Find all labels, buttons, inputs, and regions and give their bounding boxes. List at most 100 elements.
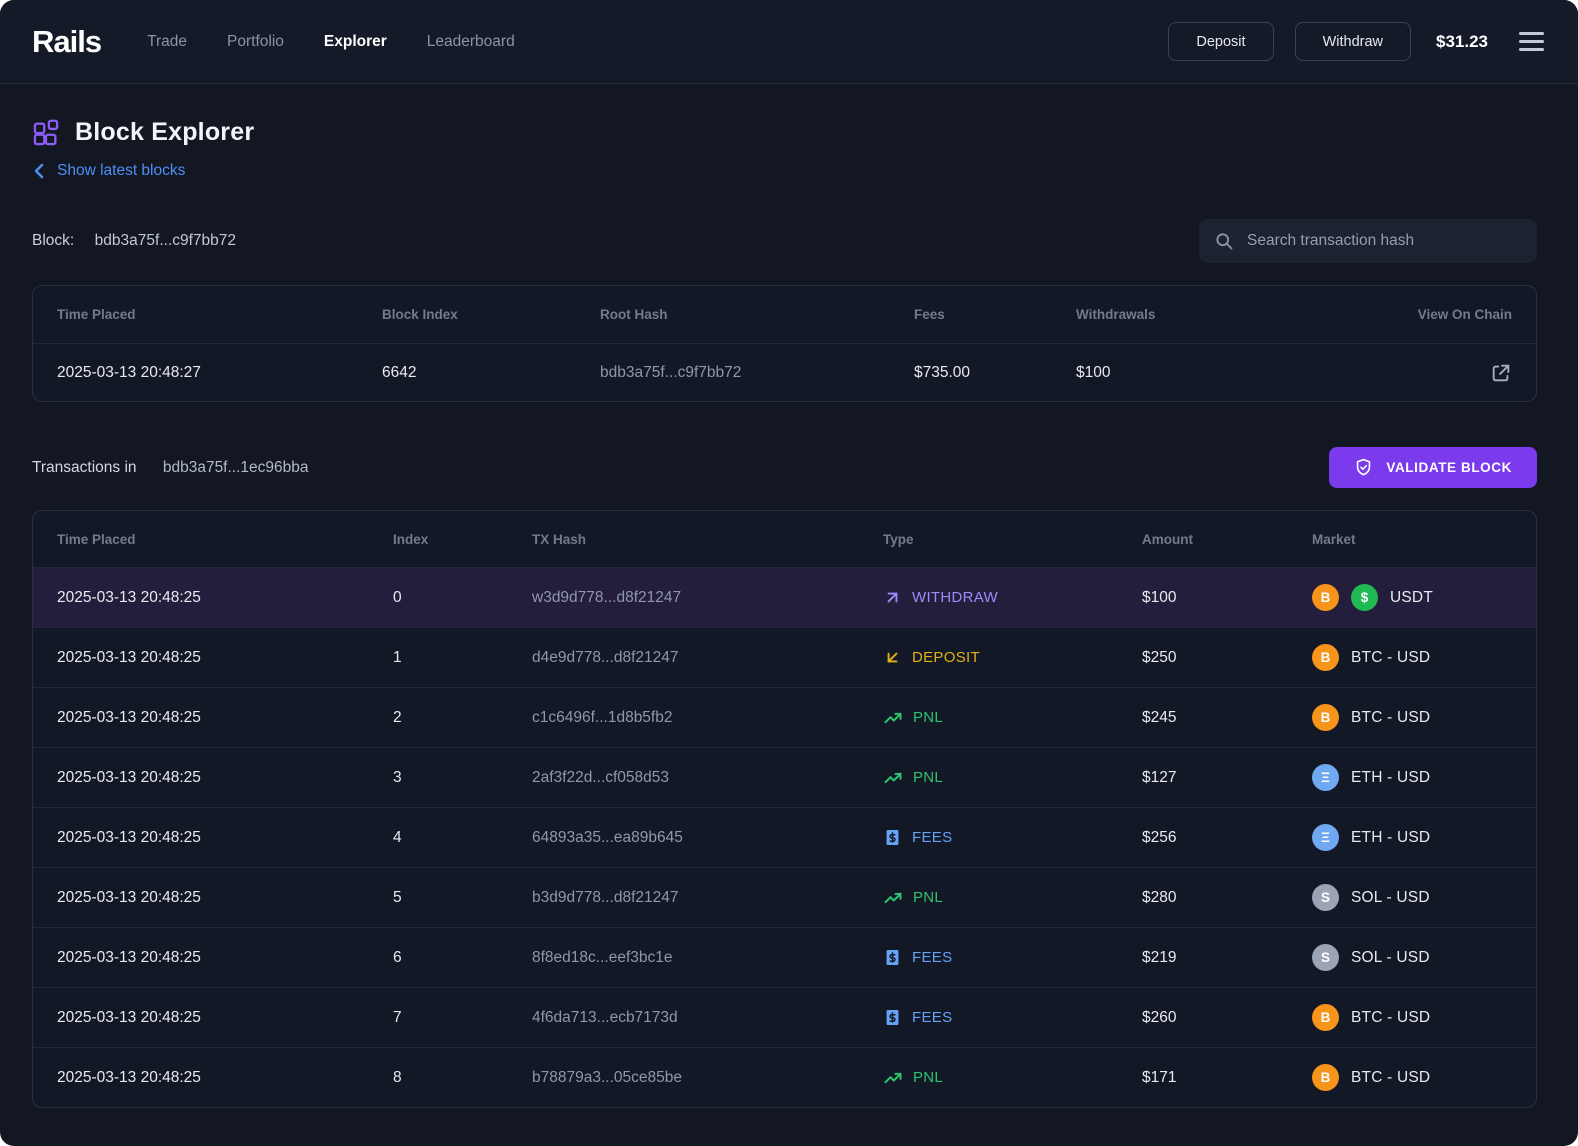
col-block-index: Block Index — [382, 307, 458, 322]
trending-up-icon — [883, 768, 903, 788]
col-time-placed: Time Placed — [57, 307, 136, 322]
tx-time: 2025-03-13 20:48:25 — [57, 1008, 201, 1026]
transactions-label: Transactions in — [32, 458, 137, 476]
eth-coin-icon: Ξ — [1312, 824, 1339, 851]
page-title: Block Explorer — [75, 118, 255, 146]
btc-coin-icon: B — [1312, 584, 1339, 611]
col-market: Market — [1312, 531, 1356, 547]
tx-time: 2025-03-13 20:48:25 — [57, 708, 201, 726]
btc-coin-icon: B — [1312, 1064, 1339, 1091]
block-fees: $735.00 — [914, 363, 971, 381]
market-label: BTC - USD — [1351, 708, 1431, 726]
tx-index: 8 — [393, 1068, 402, 1086]
tx-type[interactable]: WITHDRAW — [883, 588, 1142, 607]
btc-coin-icon: B — [1312, 704, 1339, 731]
tx-table-row[interactable]: 2025-03-13 20:48:25 1 d4e9d778...d8f21247 D… — [33, 627, 1536, 687]
col-root-hash: Root Hash — [600, 307, 668, 322]
nav-item-leaderboard[interactable]: Leaderboard — [427, 33, 515, 51]
nav-item-portfolio[interactable]: Portfolio — [227, 33, 284, 51]
receipt-dollar-icon — [883, 828, 902, 847]
market-label: SOL - USD — [1351, 888, 1430, 906]
tx-market: S SOL - USD — [1312, 944, 1512, 971]
deposit-button[interactable]: Deposit — [1168, 22, 1274, 61]
nav-item-trade[interactable]: Trade — [147, 33, 187, 51]
validate-block-button[interactable]: VALIDATE BLOCK — [1329, 447, 1537, 488]
block-root-hash: bdb3a75f...c9f7bb72 — [600, 363, 742, 381]
btc-coin-icon: B — [1312, 1004, 1339, 1031]
tx-type[interactable]: PNL — [883, 708, 1142, 728]
tx-time: 2025-03-13 20:48:25 — [57, 888, 201, 906]
back-link-label: Show latest blocks — [57, 162, 186, 179]
show-latest-blocks-link[interactable]: Show latest blocks — [32, 162, 185, 180]
tx-amount: $260 — [1142, 1008, 1177, 1026]
tx-type[interactable]: PNL — [883, 768, 1142, 788]
block-withdrawals: $100 — [1076, 363, 1111, 381]
hamburger-menu-icon[interactable] — [1517, 28, 1546, 55]
tx-table-header: Time Placed Index TX Hash Type Amount Ma… — [33, 511, 1536, 567]
app-window: Rails Trade Portfolio Explorer Leaderboa… — [0, 0, 1578, 1146]
main-content: Block Explorer Show latest blocks Block:… — [0, 118, 1578, 1108]
block-table-header: Time Placed Block Index Root Hash Fees W… — [33, 286, 1536, 343]
tx-type[interactable]: PNL — [883, 1068, 1142, 1088]
block-label: Block: — [32, 232, 75, 249]
tx-amount: $256 — [1142, 828, 1177, 846]
sol-coin-icon: S — [1312, 944, 1339, 971]
tx-index: 7 — [393, 1008, 402, 1026]
tx-table-row[interactable]: 2025-03-13 20:48:25 6 8f8ed18c...eef3bc1e F… — [33, 927, 1536, 987]
rails-logo[interactable]: Rails — [32, 24, 102, 60]
trending-up-icon — [883, 708, 903, 728]
tx-table-row[interactable]: 2025-03-13 20:48:25 4 64893a35...ea89b645 F… — [33, 807, 1536, 867]
nav-menu: Trade Portfolio Explorer Leaderboard — [147, 33, 515, 51]
tx-type[interactable]: FEES — [883, 948, 1142, 967]
tx-time: 2025-03-13 20:48:25 — [57, 768, 201, 786]
tx-type[interactable]: FEES — [883, 1008, 1142, 1027]
market-label: BTC - USD — [1351, 648, 1431, 666]
col-tx-hash: TX Hash — [532, 531, 587, 547]
tx-hash: d4e9d778...d8f21247 — [532, 648, 679, 666]
tx-hash: b78879a3...05ce85be — [532, 1068, 682, 1086]
tx-table-row[interactable]: 2025-03-13 20:48:25 5 b3d9d778...d8f21247 P… — [33, 867, 1536, 927]
tx-type[interactable]: FEES — [883, 828, 1142, 847]
tx-hash: 8f8ed18c...eef3bc1e — [532, 948, 673, 966]
tx-hash: b3d9d778...d8f21247 — [532, 888, 679, 906]
tx-market: S SOL - USD — [1312, 884, 1512, 911]
navbar-actions: Deposit Withdraw $31.23 — [1168, 22, 1546, 61]
tx-table-row[interactable]: 2025-03-13 20:48:25 7 4f6da713...ecb7173d F… — [33, 987, 1536, 1047]
sol-coin-icon: S — [1312, 884, 1339, 911]
market-label: ETH - USD — [1351, 828, 1431, 846]
nav-item-explorer[interactable]: Explorer — [324, 33, 387, 51]
tx-market: Ξ ETH - USD — [1312, 764, 1512, 791]
tx-amount: $250 — [1142, 648, 1177, 666]
tx-table-row[interactable]: 2025-03-13 20:48:25 0 w3d9d778...d8f21247 W… — [33, 567, 1536, 627]
search-box[interactable] — [1199, 219, 1537, 263]
market-label: BTC - USD — [1351, 1008, 1431, 1026]
tx-hash: c1c6496f...1d8b5fb2 — [532, 708, 673, 726]
search-input[interactable] — [1245, 231, 1522, 251]
search-icon — [1216, 233, 1233, 250]
tx-table-row[interactable]: 2025-03-13 20:48:25 2 c1c6496f...1d8b5fb2 P… — [33, 687, 1536, 747]
tx-market: B BTC - USD — [1312, 1004, 1512, 1031]
block-time: 2025-03-13 20:48:27 — [57, 363, 201, 381]
withdraw-button[interactable]: Withdraw — [1294, 22, 1411, 61]
tx-table-row[interactable]: 2025-03-13 20:48:25 8 b78879a3...05ce85be P… — [33, 1047, 1536, 1107]
tx-time: 2025-03-13 20:48:25 — [57, 588, 201, 606]
tx-amount: $127 — [1142, 768, 1177, 786]
tx-type[interactable]: PNL — [883, 888, 1142, 908]
tx-index: 3 — [393, 768, 402, 786]
tx-index: 1 — [393, 648, 402, 666]
transactions-header-row: Transactions in bdb3a75f...1ec96bba VALI… — [32, 447, 1537, 488]
tx-type[interactable]: DEPOSIT — [883, 648, 1142, 667]
market-label: SOL - USD — [1351, 948, 1430, 966]
block-hash: bdb3a75f...c9f7bb72 — [94, 232, 237, 249]
tx-hash: 4f6da713...ecb7173d — [532, 1008, 678, 1026]
tx-table-row[interactable]: 2025-03-13 20:48:25 3 2af3f22d...cf058d53 P… — [33, 747, 1536, 807]
transactions-block-hash: bdb3a75f...1ec96bba — [162, 458, 309, 476]
market-label: BTC - USD — [1351, 1068, 1431, 1086]
col-withdrawals: Withdrawals — [1076, 307, 1156, 322]
tx-time: 2025-03-13 20:48:25 — [57, 648, 201, 666]
blocks-icon — [32, 119, 60, 147]
page-header: Block Explorer — [32, 118, 1537, 147]
external-link-icon[interactable] — [1382, 362, 1512, 384]
tx-index: 0 — [393, 588, 402, 606]
col-amount: Amount — [1142, 531, 1193, 547]
